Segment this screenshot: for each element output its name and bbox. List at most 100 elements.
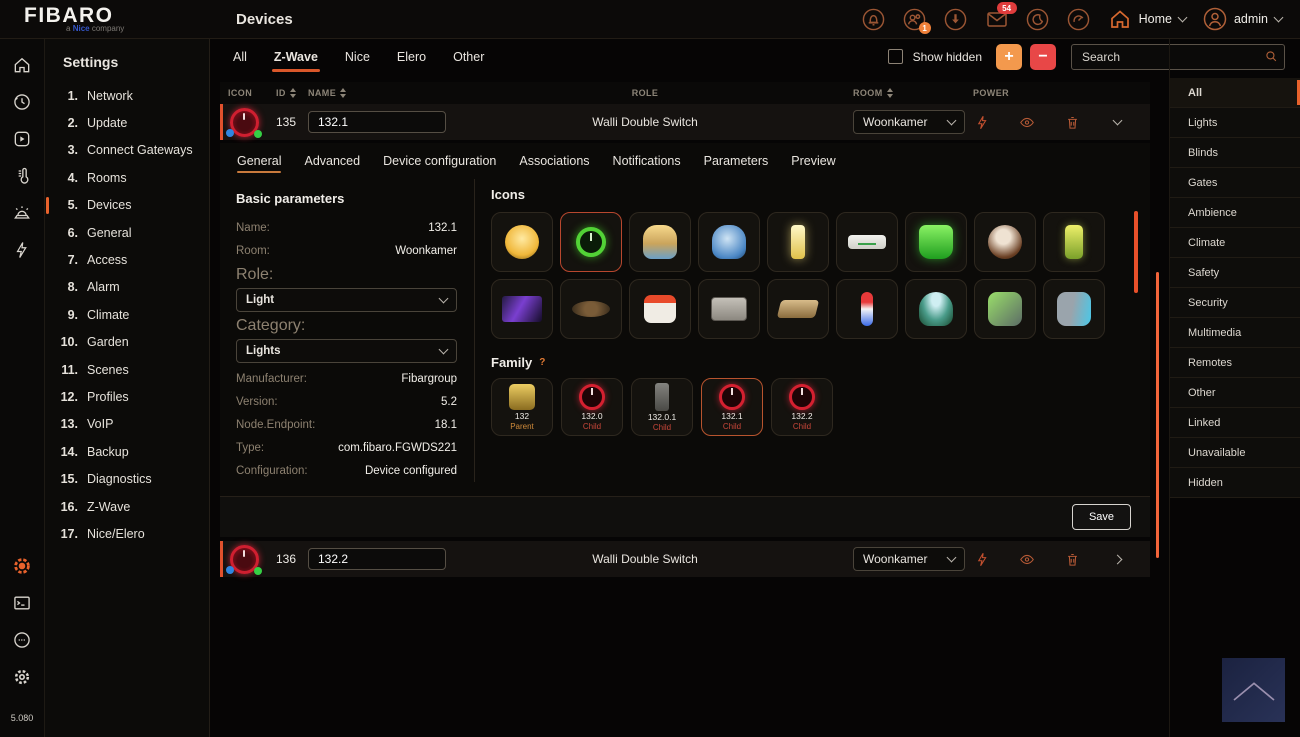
category-linked[interactable]: Linked	[1170, 408, 1300, 438]
col-name[interactable]: NAME	[300, 88, 445, 98]
category-climate[interactable]: Climate	[1170, 228, 1300, 258]
category-blinds[interactable]: Blinds	[1170, 138, 1300, 168]
expand-row-icon[interactable]	[1108, 550, 1126, 568]
family-member-132-1[interactable]: 132.1 Child	[701, 378, 763, 436]
category-hidden[interactable]: Hidden	[1170, 468, 1300, 498]
sidebar-item-zwave[interactable]: 16.Z-Wave	[45, 493, 209, 520]
sidebar-item-alarm[interactable]: 8.Alarm	[45, 274, 209, 301]
icon-option-coffee-maker[interactable]	[974, 212, 1036, 272]
show-hidden-checkbox[interactable]	[888, 49, 903, 64]
sidebar-item-climate[interactable]: 9.Climate	[45, 301, 209, 328]
main-scrollbar[interactable]	[1156, 272, 1159, 558]
device-name-input[interactable]	[308, 548, 446, 570]
remove-device-button[interactable]: −	[1030, 44, 1056, 70]
col-room[interactable]: ROOM	[845, 88, 965, 98]
category-gates[interactable]: Gates	[1170, 168, 1300, 198]
category-safety[interactable]: Safety	[1170, 258, 1300, 288]
gauge-icon[interactable]	[1067, 7, 1091, 31]
history-icon[interactable]	[11, 91, 33, 113]
console-icon[interactable]	[11, 592, 33, 614]
sidebar-item-devices[interactable]: 5.Devices	[45, 192, 209, 219]
power-metering-icon[interactable]	[973, 550, 991, 568]
icon-option-kettle[interactable]	[698, 212, 760, 272]
collapse-row-icon[interactable]	[1108, 113, 1126, 131]
category-unavailable[interactable]: Unavailable	[1170, 438, 1300, 468]
tab-advanced[interactable]: Advanced	[304, 143, 360, 179]
icon-option-alarm-beacon[interactable]	[905, 212, 967, 272]
category-select[interactable]: Lights	[236, 339, 457, 363]
energy-icon[interactable]	[11, 239, 33, 261]
hub-icon[interactable]	[11, 629, 33, 651]
icon-option-table-lamp[interactable]	[629, 212, 691, 272]
sidebar-item-voip[interactable]: 13.VoIP	[45, 411, 209, 438]
room-select[interactable]: Woonkamer	[853, 547, 965, 571]
icon-option-wall-sconce[interactable]	[767, 212, 829, 272]
users-icon[interactable]: 1	[903, 7, 927, 31]
icon-option-toaster[interactable]	[629, 279, 691, 339]
tab-notifications[interactable]: Notifications	[613, 143, 681, 179]
category-lights[interactable]: Lights	[1170, 108, 1300, 138]
tab-preview[interactable]: Preview	[791, 143, 835, 179]
sidebar-item-access[interactable]: 7.Access	[45, 246, 209, 273]
icon-option-thermostat[interactable]	[836, 279, 898, 339]
intercom-icon[interactable]	[944, 7, 968, 31]
icon-option-radio[interactable]	[698, 279, 760, 339]
brand-logo[interactable]: FIBARO a Nice company	[0, 6, 210, 33]
icons-scrollbar[interactable]	[1134, 211, 1138, 293]
tab-other[interactable]: Other	[453, 38, 484, 75]
delete-trash-icon[interactable]	[1063, 550, 1081, 568]
tab-device-configuration[interactable]: Device configuration	[383, 143, 496, 179]
family-help-icon[interactable]: ?	[539, 357, 545, 368]
dashboard-home-icon[interactable]	[11, 54, 33, 76]
icon-option-garden-lamp[interactable]	[1043, 212, 1105, 272]
family-member-132[interactable]: 132 Parent	[491, 378, 553, 436]
icon-option-robot[interactable]	[974, 279, 1036, 339]
add-device-button[interactable]: +	[996, 44, 1022, 70]
col-id[interactable]: ID	[268, 88, 300, 98]
icon-option-light-bulb[interactable]	[491, 212, 553, 272]
sidebar-item-rooms[interactable]: 4.Rooms	[45, 164, 209, 191]
sidebar-item-nice-elero[interactable]: 17.Nice/Elero	[45, 520, 209, 547]
save-button[interactable]: Save	[1072, 504, 1131, 530]
icon-option-fountain[interactable]	[905, 279, 967, 339]
sidebar-item-scenes[interactable]: 11.Scenes	[45, 356, 209, 383]
tab-nice[interactable]: Nice	[345, 38, 370, 75]
category-ambience[interactable]: Ambience	[1170, 198, 1300, 228]
media-icon[interactable]	[11, 128, 33, 150]
family-member-132-2[interactable]: 132.2 Child	[771, 378, 833, 436]
visibility-eye-icon[interactable]	[1018, 113, 1036, 131]
tab-parameters[interactable]: Parameters	[704, 143, 769, 179]
search-input[interactable]	[1071, 44, 1285, 70]
alarm-bell-icon[interactable]	[862, 7, 886, 31]
tab-elero[interactable]: Elero	[397, 38, 426, 75]
family-member-132-0[interactable]: 132.0 Child	[561, 378, 623, 436]
tab-general[interactable]: General	[237, 143, 281, 179]
sidebar-item-garden[interactable]: 10.Garden	[45, 329, 209, 356]
category-all[interactable]: All	[1170, 78, 1300, 108]
icon-option-power-button[interactable]	[560, 212, 622, 272]
visibility-eye-icon[interactable]	[1018, 550, 1036, 568]
messages-icon[interactable]: 54	[985, 7, 1009, 31]
family-member-132-0-1[interactable]: 132.0.1 Child	[631, 378, 693, 436]
device-name-input[interactable]	[308, 111, 446, 133]
settings-gear-icon[interactable]	[11, 555, 33, 577]
sidebar-item-general[interactable]: 6.General	[45, 219, 209, 246]
sidebar-item-network[interactable]: 1.Network	[45, 82, 209, 109]
icon-option-air-conditioner[interactable]	[836, 212, 898, 272]
device-row-136[interactable]: 136 Walli Double Switch Woonkamer	[220, 541, 1150, 577]
tab-associations[interactable]: Associations	[519, 143, 589, 179]
device-row-135[interactable]: 135 Walli Double Switch Woonkamer	[220, 104, 1150, 140]
category-remotes[interactable]: Remotes	[1170, 348, 1300, 378]
sidebar-item-connect-gateways[interactable]: 3.Connect Gateways	[45, 137, 209, 164]
room-select[interactable]: Woonkamer	[853, 110, 965, 134]
alarm-icon[interactable]	[11, 202, 33, 224]
icon-option-ceiling-fan[interactable]	[560, 279, 622, 339]
power-metering-icon[interactable]	[973, 113, 991, 131]
category-security[interactable]: Security	[1170, 288, 1300, 318]
sidebar-item-profiles[interactable]: 12.Profiles	[45, 383, 209, 410]
icon-option-tv[interactable]	[491, 279, 553, 339]
tab-zwave[interactable]: Z-Wave	[274, 38, 318, 75]
category-other[interactable]: Other	[1170, 378, 1300, 408]
role-select[interactable]: Light	[236, 288, 457, 312]
icon-option-water-pipe[interactable]	[1043, 279, 1105, 339]
